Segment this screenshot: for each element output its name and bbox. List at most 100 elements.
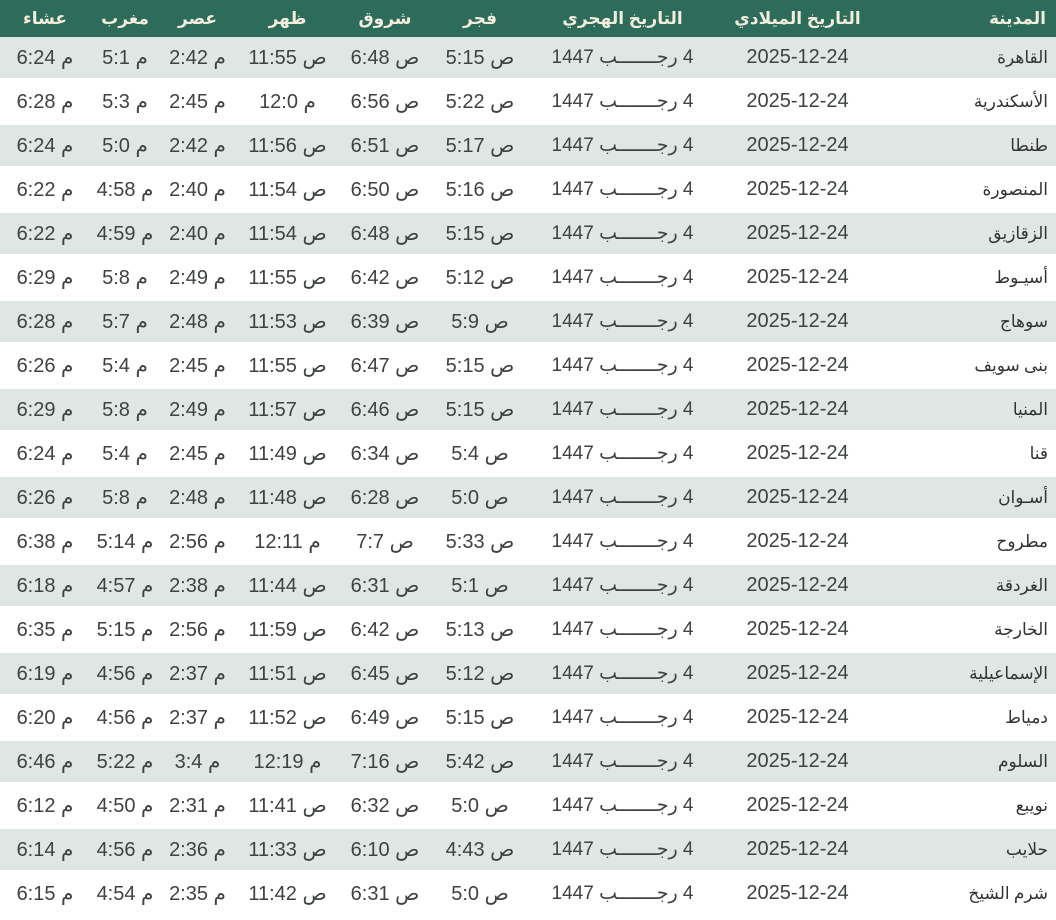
cell-sunrise: 6:32 ص	[340, 783, 430, 829]
cell-dhuhr: 11:52 ص	[235, 695, 340, 741]
cell-asr: 2:48 م	[160, 475, 235, 521]
cell-maghrib: 5:8 م	[90, 475, 160, 521]
table-row: سوهاج 2025-12-24 4 رجـــــــب 1447 5:9 ص 6:3…	[0, 299, 1056, 345]
cell-maghrib: 5:1 م	[90, 37, 160, 81]
cell-city: بنى سويف	[880, 343, 1056, 389]
cell-hijri: 4 رجـــــــب 1447	[530, 783, 715, 829]
cell-gregorian: 2025-12-24	[715, 739, 880, 785]
cell-sunrise: 6:10 ص	[340, 827, 430, 873]
cell-maghrib: 5:3 م	[90, 79, 160, 125]
cell-gregorian: 2025-12-24	[715, 827, 880, 873]
column-header-isha: عشاء	[0, 0, 90, 37]
cell-hijri: 4 رجـــــــب 1447	[530, 651, 715, 697]
cell-city: مطروح	[880, 519, 1056, 565]
cell-gregorian: 2025-12-24	[715, 37, 880, 81]
cell-hijri: 4 رجـــــــب 1447	[530, 563, 715, 609]
cell-gregorian: 2025-12-24	[715, 563, 880, 609]
cell-gregorian: 2025-12-24	[715, 79, 880, 125]
cell-sunrise: 6:34 ص	[340, 431, 430, 477]
cell-isha: 6:15 م	[0, 871, 90, 917]
cell-sunrise: 6:39 ص	[340, 299, 430, 345]
cell-sunrise: 6:28 ص	[340, 475, 430, 521]
cell-dhuhr: 11:51 ص	[235, 651, 340, 697]
cell-isha: 6:12 م	[0, 783, 90, 829]
cell-isha: 6:22 م	[0, 167, 90, 213]
table-row: الخارجة 2025-12-24 4 رجـــــــب 1447 5:13 ص…	[0, 607, 1056, 653]
table-row: المنصورة 2025-12-24 4 رجـــــــب 1447 5:16 …	[0, 167, 1056, 213]
cell-sunrise: 6:45 ص	[340, 651, 430, 697]
cell-asr: 2:38 م	[160, 563, 235, 609]
table-row: أسيـوط 2025-12-24 4 رجـــــــب 1447 5:12 ص6…	[0, 255, 1056, 301]
cell-dhuhr: 12:11 م	[235, 519, 340, 565]
table-row: أسـوان 2025-12-24 4 رجـــــــب 1447 5:0 ص 6:…	[0, 475, 1056, 521]
table-row: السلوم 2025-12-24 4 رجـــــــب 1447 5:42 ص7…	[0, 739, 1056, 785]
table-row: مطروح 2025-12-24 4 رجـــــــب 1447 5:33 ص 7:…	[0, 519, 1056, 565]
cell-hijri: 4 رجـــــــب 1447	[530, 475, 715, 521]
cell-asr: 2:40 م	[160, 211, 235, 257]
cell-maghrib: 4:56 م	[90, 827, 160, 873]
cell-fajr: 5:22 ص	[430, 79, 530, 125]
cell-city: الزقازيق	[880, 211, 1056, 257]
cell-sunrise: 6:31 ص	[340, 563, 430, 609]
cell-hijri: 4 رجـــــــب 1447	[530, 871, 715, 917]
cell-hijri: 4 رجـــــــب 1447	[530, 827, 715, 873]
cell-hijri: 4 رجـــــــب 1447	[530, 519, 715, 565]
cell-city: سوهاج	[880, 299, 1056, 345]
cell-city: حلايب	[880, 827, 1056, 873]
cell-maghrib: 4:50 م	[90, 783, 160, 829]
cell-city: أسـوان	[880, 475, 1056, 521]
cell-isha: 6:46 م	[0, 739, 90, 785]
prayer-times-table: المدينة التاريخ الميلادي التاريخ الهجري فجر…	[0, 0, 1056, 917]
cell-asr: 2:48 م	[160, 299, 235, 345]
cell-dhuhr: 11:55 ص	[235, 37, 340, 81]
cell-fajr: 5:12 ص	[430, 651, 530, 697]
cell-isha: 6:29 م	[0, 255, 90, 301]
cell-sunrise: 6:42 ص	[340, 255, 430, 301]
cell-asr: 2:36 م	[160, 827, 235, 873]
cell-city: المنصورة	[880, 167, 1056, 213]
cell-sunrise: 6:48 ص	[340, 211, 430, 257]
cell-gregorian: 2025-12-24	[715, 123, 880, 169]
cell-hijri: 4 رجـــــــب 1447	[530, 387, 715, 433]
cell-asr: 2:42 م	[160, 37, 235, 81]
table-row: الإسماعيلية 2025-12-24 4 رجـــــــب 1447 5:…	[0, 651, 1056, 697]
cell-maghrib: 4:57 م	[90, 563, 160, 609]
cell-dhuhr: 11:48 ص	[235, 475, 340, 521]
cell-fajr: 5:15 ص	[430, 343, 530, 389]
cell-asr: 2:45 م	[160, 79, 235, 125]
cell-city: الخارجة	[880, 607, 1056, 653]
cell-asr: 2:56 م	[160, 519, 235, 565]
cell-sunrise: 6:48 ص	[340, 37, 430, 81]
cell-fajr: 4:43 ص	[430, 827, 530, 873]
cell-fajr: 5:15 ص	[430, 211, 530, 257]
cell-hijri: 4 رجـــــــب 1447	[530, 739, 715, 785]
table-row: الغردقة 2025-12-24 4 رجـــــــب 1447 5:1 ص6…	[0, 563, 1056, 609]
table-body: القاهرة 2025-12-24 4 رجـــــــب 1447 5:15 ص…	[0, 37, 1056, 917]
cell-gregorian: 2025-12-24	[715, 783, 880, 829]
cell-sunrise: 7:7 ص	[340, 519, 430, 565]
cell-fajr: 5:16 ص	[430, 167, 530, 213]
cell-gregorian: 2025-12-24	[715, 475, 880, 521]
cell-fajr: 5:4 ص	[430, 431, 530, 477]
cell-gregorian: 2025-12-24	[715, 871, 880, 917]
cell-city: أسيـوط	[880, 255, 1056, 301]
cell-maghrib: 4:56 م	[90, 695, 160, 741]
cell-maghrib: 5:8 م	[90, 387, 160, 433]
cell-isha: 6:19 م	[0, 651, 90, 697]
cell-city: نويبع	[880, 783, 1056, 829]
cell-dhuhr: 11:53 ص	[235, 299, 340, 345]
cell-asr: 2:37 م	[160, 651, 235, 697]
column-header-fajr: فجر	[430, 0, 530, 37]
cell-dhuhr: 11:42 ص	[235, 871, 340, 917]
table-row: حلايب 2025-12-24 4 رجـــــــب 1447 4:43 ص 6:…	[0, 827, 1056, 873]
cell-isha: 6:26 م	[0, 343, 90, 389]
cell-hijri: 4 رجـــــــب 1447	[530, 123, 715, 169]
cell-maghrib: 5:22 م	[90, 739, 160, 785]
cell-fajr: 5:42 ص	[430, 739, 530, 785]
table-header-row: المدينة التاريخ الميلادي التاريخ الهجري فجر…	[0, 0, 1056, 37]
cell-dhuhr: 11:59 ص	[235, 607, 340, 653]
cell-isha: 6:20 م	[0, 695, 90, 741]
cell-hijri: 4 رجـــــــب 1447	[530, 167, 715, 213]
cell-isha: 6:28 م	[0, 79, 90, 125]
column-header-hijri: التاريخ الهجري	[530, 0, 715, 37]
